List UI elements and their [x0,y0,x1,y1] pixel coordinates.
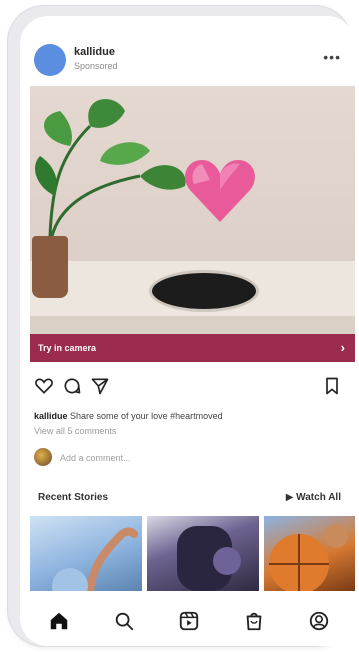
media-table-front [30,316,355,336]
commenter-avatar [34,448,52,466]
home-icon[interactable] [48,610,70,632]
story-image [52,527,138,591]
share-icon[interactable] [90,376,110,396]
post-media[interactable]: Try in camera › [30,86,355,362]
bookmark-icon[interactable] [322,376,342,396]
bottom-tab-bar [20,596,355,646]
watch-all-button[interactable]: ▶ Watch All [286,492,341,503]
story-image [177,526,241,591]
sponsored-label: Sponsored [74,61,118,71]
plant-image [35,99,186,237]
chevron-right-icon: › [340,340,345,355]
cta-label: Try in camera [38,343,97,353]
reels-icon[interactable] [178,610,200,632]
post-username[interactable]: kallidue [74,46,115,58]
shop-icon[interactable] [243,610,265,632]
ar-hole [152,273,256,309]
story-thumbnail[interactable] [30,516,142,591]
comment-input[interactable]: Add a comment... [60,453,131,463]
search-icon[interactable] [113,610,135,632]
app-screen: kallidue Sponsored ••• Try in camera › k… [20,16,355,646]
add-comment-row[interactable]: Add a comment... [34,448,334,468]
phone-frame: kallidue Sponsored ••• Try in camera › k… [8,6,355,646]
try-in-camera-button[interactable]: Try in camera › [30,334,355,362]
story-thumbnail[interactable] [264,516,355,591]
story-image [269,524,348,591]
story-thumbnail[interactable] [147,516,259,591]
heart-icon[interactable] [34,376,54,396]
view-comments-link[interactable]: View all 5 comments [34,426,116,436]
comment-icon[interactable] [62,376,82,396]
avatar[interactable] [34,44,66,76]
profile-icon[interactable] [308,610,330,632]
more-options-icon[interactable]: ••• [323,50,341,64]
post-caption: kallidue Share some of your love #heartm… [34,411,344,421]
heart-3d-image [185,160,255,222]
caption-text: Share some of your love #heartmoved [70,411,223,421]
plant-pot [32,236,68,298]
post-actions [20,372,355,400]
post-header: kallidue Sponsored ••• [20,16,355,82]
caption-username[interactable]: kallidue [34,411,68,421]
recent-stories-title: Recent Stories [38,492,109,503]
